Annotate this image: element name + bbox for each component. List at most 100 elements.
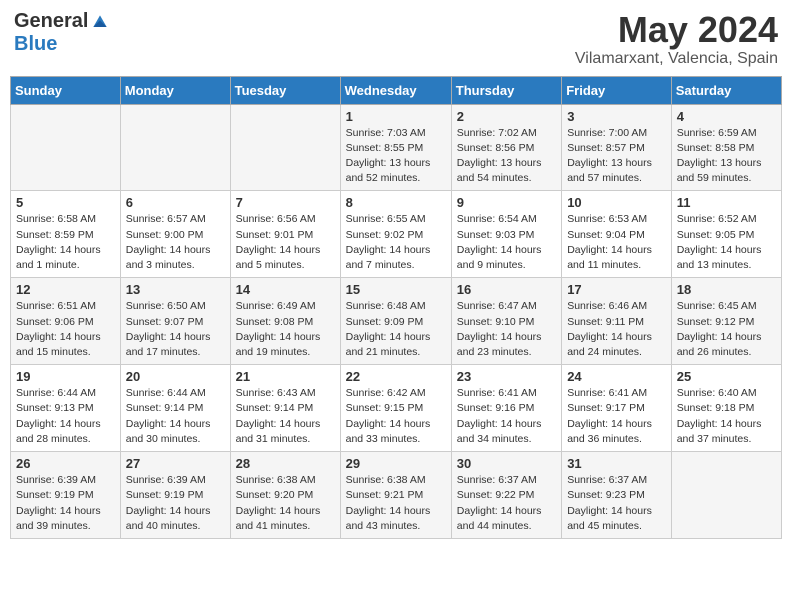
calendar-week-row: 12 Sunrise: 6:51 AMSunset: 9:06 PMDayligh… [11, 278, 782, 365]
day-info: Sunrise: 6:53 AMSunset: 9:04 PMDaylight:… [567, 212, 666, 273]
calendar-week-row: 26 Sunrise: 6:39 AMSunset: 9:19 PMDayligh… [11, 452, 782, 539]
day-info: Sunrise: 6:42 AMSunset: 9:15 PMDaylight:… [346, 386, 446, 447]
day-info: Sunrise: 6:38 AMSunset: 9:20 PMDaylight:… [236, 473, 335, 534]
day-number: 18 [677, 282, 776, 297]
day-info: Sunrise: 6:41 AMSunset: 9:17 PMDaylight:… [567, 386, 666, 447]
calendar-cell: 30 Sunrise: 6:37 AMSunset: 9:22 PMDayligh… [451, 452, 561, 539]
calendar-cell: 23Sunrise: 6:41 AMSunset: 9:16 PMDayligh… [451, 365, 561, 452]
day-info: Sunrise: 6:59 AMSunset: 8:58 PMDaylight:… [677, 126, 776, 187]
location-title: Vilamarxant, Valencia, Spain [575, 50, 778, 68]
day-number: 9 [457, 195, 556, 210]
calendar-dow-friday: Friday [562, 76, 672, 104]
day-number: 26 [16, 456, 115, 471]
day-info: Sunrise: 6:40 AMSunset: 9:18 PMDaylight:… [677, 386, 776, 447]
logo: General Blue [14, 10, 110, 56]
calendar-cell: 24 Sunrise: 6:41 AMSunset: 9:17 PMDayligh… [562, 365, 672, 452]
calendar-cell: 4 Sunrise: 6:59 AMSunset: 8:58 PMDaylight… [671, 104, 781, 191]
calendar-week-row: 5 Sunrise: 6:58 AMSunset: 8:59 PMDaylight… [11, 191, 782, 278]
day-info: Sunrise: 6:56 AMSunset: 9:01 PMDaylight:… [236, 212, 335, 273]
calendar-cell: 27 Sunrise: 6:39 AMSunset: 9:19 PMDayligh… [120, 452, 230, 539]
day-number: 15 [346, 282, 446, 297]
title-block: May 2024 Vilamarxant, Valencia, Spain [575, 10, 778, 68]
calendar-cell: 11Sunrise: 6:52 AMSunset: 9:05 PMDayligh… [671, 191, 781, 278]
day-info: Sunrise: 6:58 AMSunset: 8:59 PMDaylight:… [16, 212, 115, 273]
logo-blue-text: Blue [14, 33, 57, 56]
calendar-cell: 18 Sunrise: 6:45 AMSunset: 9:12 PMDayligh… [671, 278, 781, 365]
day-number: 2 [457, 109, 556, 124]
calendar-cell: 31Sunrise: 6:37 AMSunset: 9:23 PMDayligh… [562, 452, 672, 539]
calendar-dow-sunday: Sunday [11, 76, 121, 104]
day-info: Sunrise: 6:43 AMSunset: 9:14 PMDaylight:… [236, 386, 335, 447]
logo-general-text: General [14, 10, 88, 33]
calendar-cell: 6Sunrise: 6:57 AMSunset: 9:00 PMDaylight… [120, 191, 230, 278]
calendar-cell: 3Sunrise: 7:00 AMSunset: 8:57 PMDaylight… [562, 104, 672, 191]
day-number: 27 [126, 456, 225, 471]
calendar-dow-saturday: Saturday [671, 76, 781, 104]
calendar-dow-thursday: Thursday [451, 76, 561, 104]
calendar-cell [11, 104, 121, 191]
day-number: 23 [457, 369, 556, 384]
calendar-cell: 1 Sunrise: 7:03 AMSunset: 8:55 PMDaylight… [340, 104, 451, 191]
day-number: 24 [567, 369, 666, 384]
day-number: 8 [346, 195, 446, 210]
day-info: Sunrise: 6:44 AMSunset: 9:13 PMDaylight:… [16, 386, 115, 447]
day-number: 6 [126, 195, 225, 210]
day-info: Sunrise: 6:51 AMSunset: 9:06 PMDaylight:… [16, 299, 115, 360]
day-info: Sunrise: 6:39 AMSunset: 9:19 PMDaylight:… [126, 473, 225, 534]
day-number: 12 [16, 282, 115, 297]
day-info: Sunrise: 6:44 AMSunset: 9:14 PMDaylight:… [126, 386, 225, 447]
calendar-cell: 16Sunrise: 6:47 AMSunset: 9:10 PMDayligh… [451, 278, 561, 365]
day-info: Sunrise: 6:55 AMSunset: 9:02 PMDaylight:… [346, 212, 446, 273]
day-number: 21 [236, 369, 335, 384]
day-info: Sunrise: 6:47 AMSunset: 9:10 PMDaylight:… [457, 299, 556, 360]
calendar-cell: 5 Sunrise: 6:58 AMSunset: 8:59 PMDaylight… [11, 191, 121, 278]
day-info: Sunrise: 6:54 AMSunset: 9:03 PMDaylight:… [457, 212, 556, 273]
day-info: Sunrise: 6:45 AMSunset: 9:12 PMDaylight:… [677, 299, 776, 360]
calendar-cell: 26 Sunrise: 6:39 AMSunset: 9:19 PMDayligh… [11, 452, 121, 539]
page-header: General Blue May 2024 Vilamarxant, Valen… [10, 10, 782, 68]
day-info: Sunrise: 6:46 AMSunset: 9:11 PMDaylight:… [567, 299, 666, 360]
day-number: 19 [16, 369, 115, 384]
day-number: 11 [677, 195, 776, 210]
calendar-cell: 21 Sunrise: 6:43 AMSunset: 9:14 PMDayligh… [230, 365, 340, 452]
calendar-week-row: 19 Sunrise: 6:44 AMSunset: 9:13 PMDayligh… [11, 365, 782, 452]
day-info: Sunrise: 6:48 AMSunset: 9:09 PMDaylight:… [346, 299, 446, 360]
calendar-cell: 8 Sunrise: 6:55 AMSunset: 9:02 PMDaylight… [340, 191, 451, 278]
day-number: 7 [236, 195, 335, 210]
calendar-cell: 17 Sunrise: 6:46 AMSunset: 9:11 PMDayligh… [562, 278, 672, 365]
day-info: Sunrise: 6:39 AMSunset: 9:19 PMDaylight:… [16, 473, 115, 534]
calendar-dow-tuesday: Tuesday [230, 76, 340, 104]
day-number: 29 [346, 456, 446, 471]
calendar-cell [120, 104, 230, 191]
day-number: 5 [16, 195, 115, 210]
calendar-header-row: SundayMondayTuesdayWednesdayThursdayFrid… [11, 76, 782, 104]
calendar-week-row: 1 Sunrise: 7:03 AMSunset: 8:55 PMDaylight… [11, 104, 782, 191]
calendar-dow-monday: Monday [120, 76, 230, 104]
calendar-cell [671, 452, 781, 539]
day-number: 30 [457, 456, 556, 471]
day-info: Sunrise: 6:37 AMSunset: 9:22 PMDaylight:… [457, 473, 556, 534]
day-number: 4 [677, 109, 776, 124]
calendar-dow-wednesday: Wednesday [340, 76, 451, 104]
day-number: 10 [567, 195, 666, 210]
calendar-cell: 7 Sunrise: 6:56 AMSunset: 9:01 PMDaylight… [230, 191, 340, 278]
day-info: Sunrise: 6:37 AMSunset: 9:23 PMDaylight:… [567, 473, 666, 534]
calendar-cell [230, 104, 340, 191]
day-number: 14 [236, 282, 335, 297]
calendar-cell: 29Sunrise: 6:38 AMSunset: 9:21 PMDayligh… [340, 452, 451, 539]
month-title: May 2024 [575, 10, 778, 50]
logo-icon [90, 12, 110, 32]
day-number: 1 [346, 109, 446, 124]
day-number: 17 [567, 282, 666, 297]
day-info: Sunrise: 6:49 AMSunset: 9:08 PMDaylight:… [236, 299, 335, 360]
calendar-cell: 19 Sunrise: 6:44 AMSunset: 9:13 PMDayligh… [11, 365, 121, 452]
day-number: 25 [677, 369, 776, 384]
day-info: Sunrise: 7:00 AMSunset: 8:57 PMDaylight:… [567, 126, 666, 187]
day-number: 13 [126, 282, 225, 297]
calendar-cell: 10 Sunrise: 6:53 AMSunset: 9:04 PMDayligh… [562, 191, 672, 278]
calendar-cell: 28Sunrise: 6:38 AMSunset: 9:20 PMDayligh… [230, 452, 340, 539]
calendar-cell: 15 Sunrise: 6:48 AMSunset: 9:09 PMDayligh… [340, 278, 451, 365]
day-info: Sunrise: 7:03 AMSunset: 8:55 PMDaylight:… [346, 126, 446, 187]
day-number: 20 [126, 369, 225, 384]
day-info: Sunrise: 7:02 AMSunset: 8:56 PMDaylight:… [457, 126, 556, 187]
